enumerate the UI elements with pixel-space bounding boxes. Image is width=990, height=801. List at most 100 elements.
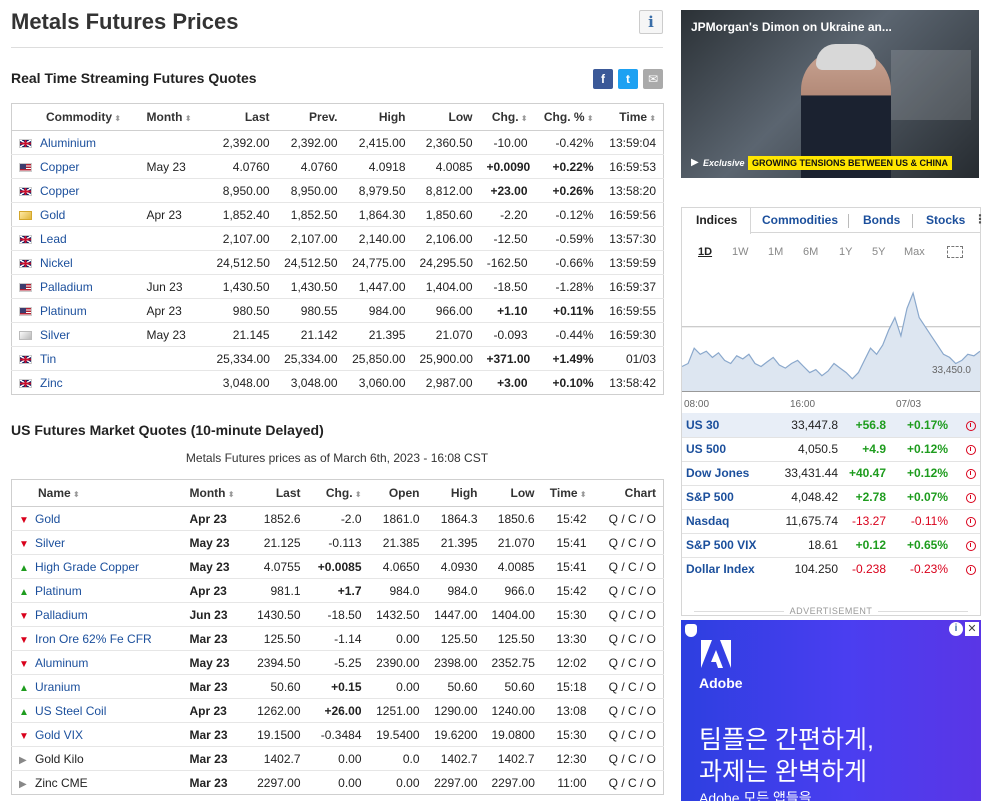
column-header[interactable]: Month ⬍ (139, 103, 210, 131)
column-header[interactable]: Last (209, 103, 277, 131)
column-header[interactable]: Commodity ⬍ (11, 103, 140, 131)
more-tabs-icon[interactable]: ⋮ (974, 212, 986, 226)
ad-close-icon[interactable]: ✕ (965, 622, 979, 636)
column-header[interactable]: Chg. % ⬍ (534, 103, 601, 131)
commodity-link[interactable]: Copper (40, 160, 79, 174)
sort-icon[interactable]: ⬍ (578, 490, 587, 499)
index-name-link[interactable]: S&P 500 VIX (682, 533, 766, 558)
column-header[interactable]: High (426, 479, 485, 507)
commodity-link[interactable]: Gold (40, 208, 65, 222)
index-quote-row[interactable]: Dollar Index 104.250 -0.238 -0.23% (682, 557, 980, 581)
future-name-link[interactable]: Zinc CME (35, 776, 88, 790)
index-name-link[interactable]: S&P 500 (682, 485, 766, 510)
commodity-link[interactable]: Copper (40, 184, 79, 198)
commodity-link[interactable]: Zinc (40, 376, 63, 390)
range-1w[interactable]: 1W (732, 246, 749, 258)
chart-links[interactable]: Q / C / O (593, 746, 664, 771)
index-quote-row[interactable]: Dow Jones 33,431.44 +40.47 +0.12% (682, 461, 980, 486)
video-title[interactable]: JPMorgan's Dimon on Ukraine an... (691, 20, 892, 34)
future-name-link[interactable]: US Steel Coil (35, 704, 106, 718)
chart-links[interactable]: Q / C / O (593, 530, 664, 555)
tab-bonds[interactable]: Bonds (863, 213, 900, 227)
column-header[interactable]: Time ⬍ (600, 103, 664, 131)
future-name-link[interactable]: Platinum (35, 584, 82, 598)
commodity-link[interactable]: Nickel (40, 256, 73, 270)
commodity-link[interactable]: Palladium (40, 280, 93, 294)
chart-links[interactable]: Q / C / O (593, 674, 664, 699)
future-name-link[interactable]: Gold VIX (35, 728, 83, 742)
advertisement-banner[interactable]: i ✕ Adobe 팀플은 간편하게, 과제는 완벽하게 Adobe 모든 앱들… (681, 620, 981, 801)
future-name-link[interactable]: Aluminum (35, 656, 88, 670)
column-header[interactable]: Name ⬍ (11, 479, 183, 507)
future-name-link[interactable]: Gold Kilo (35, 752, 84, 766)
column-header[interactable]: High (344, 103, 413, 131)
future-name-link[interactable]: Palladium (35, 608, 88, 622)
tab-commodities[interactable]: Commodities (762, 213, 838, 227)
column-header[interactable]: Time ⬍ (541, 479, 594, 507)
chart-links[interactable]: Q / C / O (593, 602, 664, 627)
twitter-share-icon[interactable]: t (618, 69, 638, 89)
chart-links[interactable]: Q / C / O (593, 626, 664, 651)
column-header[interactable]: Chart (593, 479, 664, 507)
column-header[interactable]: Open (368, 479, 427, 507)
column-header[interactable]: Last (242, 479, 308, 507)
tab-stocks[interactable]: Stocks (926, 213, 965, 227)
facebook-share-icon[interactable]: f (593, 69, 613, 89)
index-quote-row[interactable]: Nasdaq 11,675.74 -13.27 -0.11% (682, 509, 980, 534)
index-name-link[interactable]: Dollar Index (682, 557, 766, 581)
column-header[interactable]: Low (412, 103, 480, 131)
play-icon[interactable]: ▶ (691, 157, 699, 168)
future-name-link[interactable]: Uranium (35, 680, 80, 694)
chart-links[interactable]: Q / C / O (593, 722, 664, 747)
commodity-link[interactable]: Lead (40, 232, 67, 246)
info-icon[interactable]: i (639, 10, 663, 34)
index-name-link[interactable]: Dow Jones (682, 461, 766, 486)
sort-icon[interactable]: ⬍ (585, 114, 594, 123)
expand-chart-icon[interactable] (947, 246, 963, 258)
index-quote-row[interactable]: S&P 500 VIX 18.61 +0.12 +0.65% (682, 533, 980, 558)
video-player[interactable]: JPMorgan's Dimon on Ukraine an... ▶ Excl… (681, 10, 979, 178)
range-1y[interactable]: 1Y (839, 246, 852, 258)
sort-icon[interactable]: ⬍ (225, 490, 235, 499)
index-quote-row[interactable]: US 500 4,050.5 +4.9 +0.12% (682, 437, 980, 462)
column-header[interactable]: Month ⬍ (182, 479, 243, 507)
chart-links[interactable]: Q / C / O (593, 506, 664, 531)
commodity-link[interactable]: Silver (40, 328, 70, 342)
range-1m[interactable]: 1M (768, 246, 783, 258)
index-name-link[interactable]: Nasdaq (682, 509, 766, 534)
column-header[interactable]: Chg. ⬍ (479, 103, 535, 131)
chart-links[interactable]: Q / C / O (593, 578, 664, 603)
range-max[interactable]: Max (904, 246, 925, 258)
commodity-link[interactable]: Aluminium (40, 136, 96, 150)
column-header[interactable]: Prev. (276, 103, 345, 131)
column-header[interactable]: Chg. ⬍ (307, 479, 369, 507)
sort-icon[interactable]: ⬍ (71, 490, 80, 499)
chart-links[interactable]: Q / C / O (593, 650, 664, 675)
index-name-link[interactable]: US 500 (682, 437, 766, 462)
column-header[interactable]: Low (484, 479, 542, 507)
ad-info-icon[interactable]: i (949, 622, 963, 636)
future-name-link[interactable]: Iron Ore 62% Fe CFR (35, 632, 152, 646)
future-name-link[interactable]: Silver (35, 536, 65, 550)
range-1d[interactable]: 1D (698, 246, 712, 258)
sort-icon[interactable]: ⬍ (647, 114, 656, 123)
email-share-icon[interactable]: ✉ (643, 69, 663, 89)
commodity-link[interactable]: Tin (40, 352, 56, 366)
range-6m[interactable]: 6M (803, 246, 818, 258)
chart-links[interactable]: Q / C / O (593, 554, 664, 579)
index-name-link[interactable]: US 30 (682, 413, 766, 438)
index-quote-row[interactable]: S&P 500 4,048.42 +2.78 +0.07% (682, 485, 980, 510)
index-quote-row[interactable]: US 30 33,447.8 +56.8 +0.17% (682, 413, 980, 438)
adchoices-icon[interactable] (685, 624, 697, 637)
future-name-link[interactable]: High Grade Copper (35, 560, 139, 574)
future-name-link[interactable]: Gold (35, 512, 60, 526)
tab-indices[interactable]: Indices (696, 213, 737, 227)
chart-links[interactable]: Q / C / O (593, 698, 664, 723)
sort-icon[interactable]: ⬍ (182, 114, 192, 123)
sort-icon[interactable]: ⬍ (519, 114, 528, 123)
chart-links[interactable]: Q / C / O (594, 771, 664, 795)
sort-icon[interactable]: ⬍ (112, 114, 121, 123)
commodity-link[interactable]: Platinum (40, 304, 87, 318)
range-5y[interactable]: 5Y (872, 246, 885, 258)
sort-icon[interactable]: ⬍ (353, 490, 362, 499)
